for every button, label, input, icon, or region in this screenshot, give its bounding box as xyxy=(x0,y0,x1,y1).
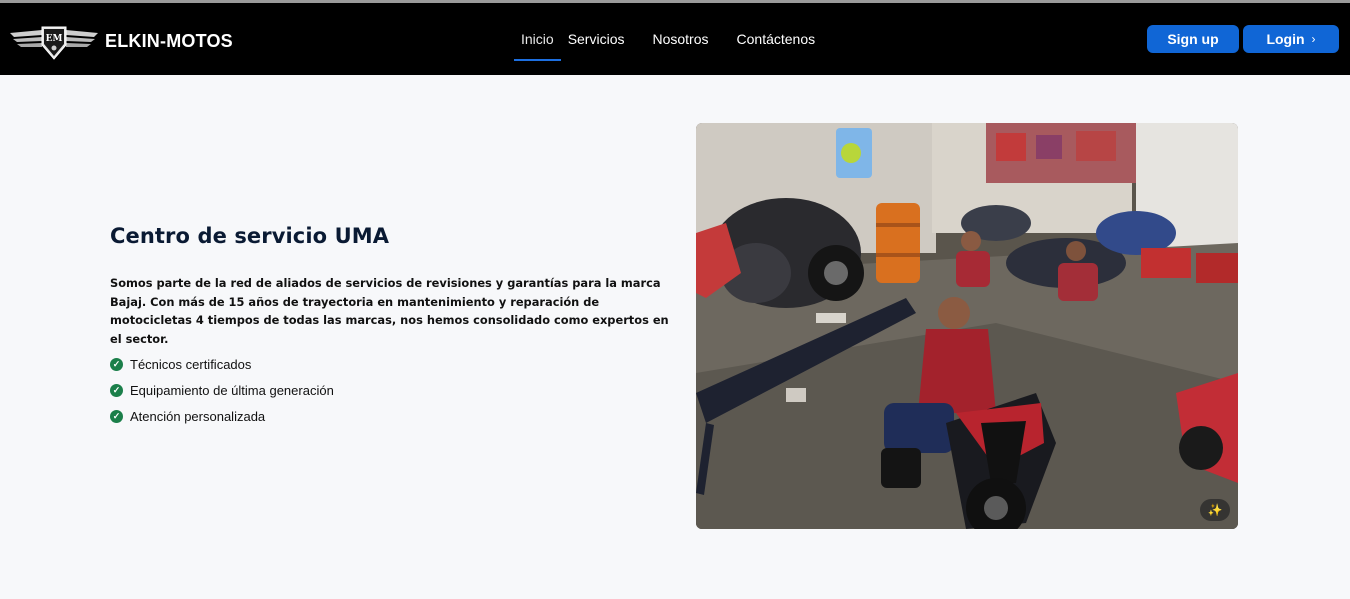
feature-item: ✓ Atención personalizada xyxy=(110,403,334,429)
check-circle-icon: ✓ xyxy=(110,383,123,397)
magic-wand-icon[interactable]: ✨ xyxy=(1200,499,1230,521)
brand-logo-icon: EM xyxy=(10,26,98,60)
brand-logo-text: EM xyxy=(46,34,63,44)
feature-label: Equipamiento de última generación xyxy=(130,382,334,398)
chevron-right-icon: › xyxy=(1311,32,1316,46)
login-button[interactable]: Login › xyxy=(1243,25,1339,53)
brand-name: ELKIN-MOTOS xyxy=(105,30,233,51)
check-circle-icon: ✓ xyxy=(110,357,123,371)
feature-label: Técnicos certificados xyxy=(130,356,252,372)
workshop-photo: ✨ xyxy=(696,123,1238,529)
login-button-label: Login xyxy=(1266,31,1305,47)
feature-item: ✓ Técnicos certificados xyxy=(110,351,334,377)
main-nav: Inicio Servicios Nosotros Contáctenos xyxy=(514,3,822,75)
feature-list: ✓ Técnicos certificados ✓ Equipamiento d… xyxy=(110,351,334,429)
nav-link-inicio[interactable]: Inicio xyxy=(514,19,561,61)
feature-item: ✓ Equipamiento de última generación xyxy=(110,377,334,403)
hero-description: Somos parte de la red de aliados de serv… xyxy=(110,276,669,346)
signup-button-label: Sign up xyxy=(1167,31,1219,47)
nav-link-contactenos[interactable]: Contáctenos xyxy=(730,19,823,59)
check-circle-icon: ✓ xyxy=(110,409,123,423)
feature-label: Atención personalizada xyxy=(130,408,266,424)
hero-title: Centro de servicio UMA xyxy=(110,224,390,248)
brand-link[interactable]: EM ELKIN-MOTOS xyxy=(8,21,233,61)
workshop-photo-illustration xyxy=(696,123,1238,529)
navbar: EM ELKIN-MOTOS Inicio Servicios Nosotros… xyxy=(0,3,1350,75)
signup-button[interactable]: Sign up xyxy=(1147,25,1239,53)
nav-link-servicios[interactable]: Servicios xyxy=(561,19,632,59)
nav-link-nosotros[interactable]: Nosotros xyxy=(645,19,715,59)
